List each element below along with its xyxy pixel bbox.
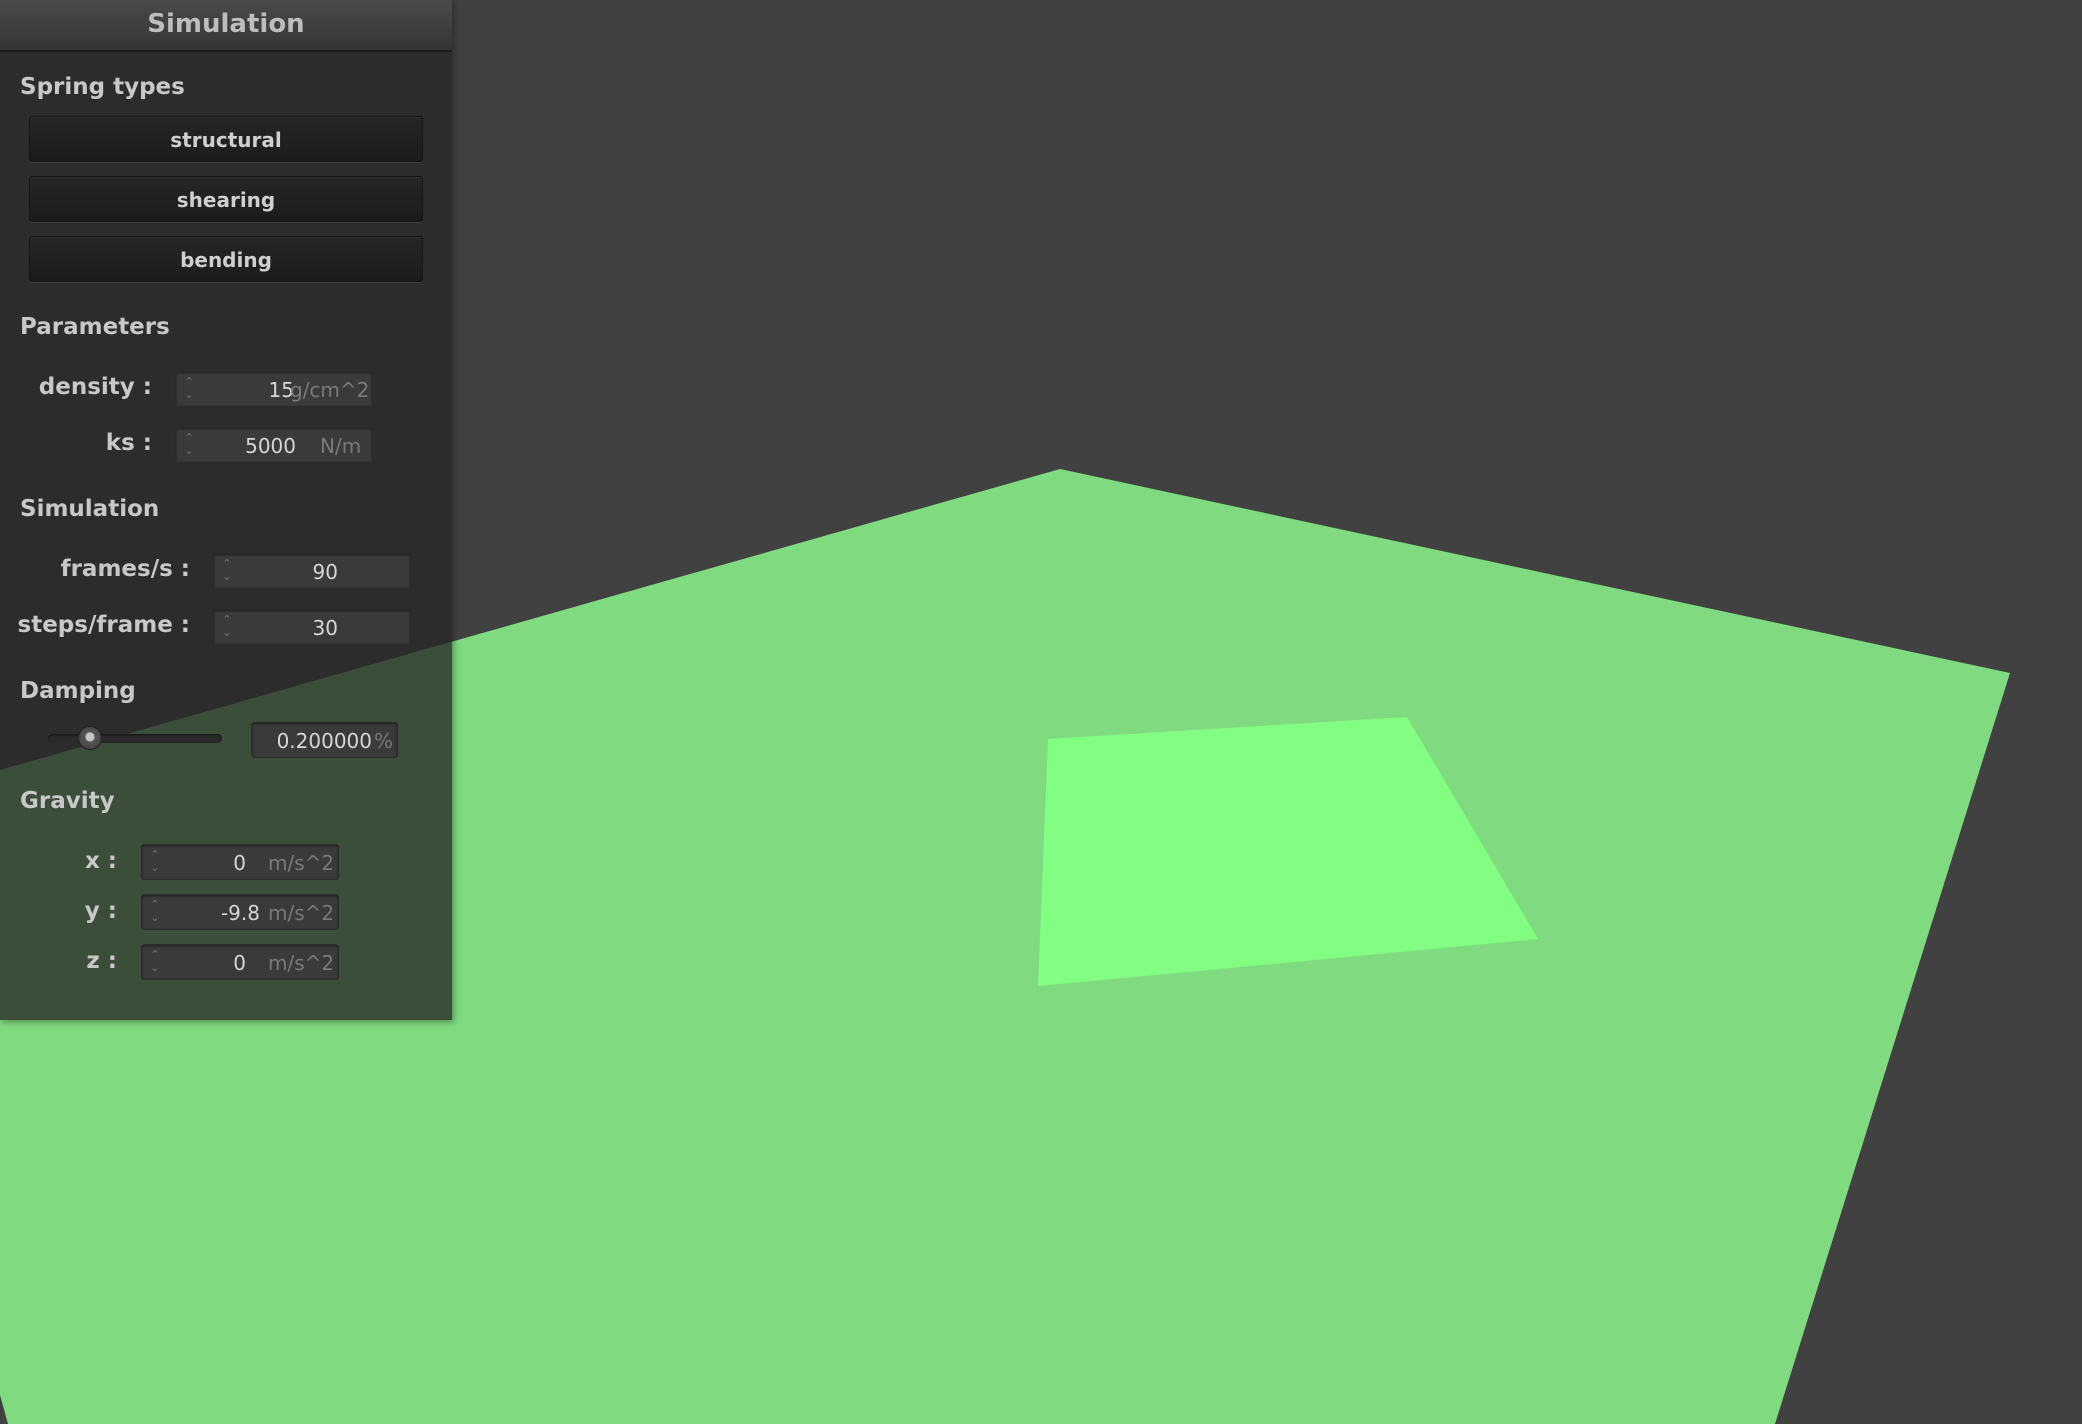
- spin-arrows-icon[interactable]: ⌃ ⌄: [148, 898, 162, 926]
- gravity-x-label: x :: [84, 848, 117, 874]
- gravity-z-label: z :: [86, 948, 117, 974]
- density-spinbox[interactable]: ⌃ ⌄ 15 g/cm^2: [175, 371, 373, 407]
- gravity-heading: Gravity: [20, 788, 115, 814]
- gravity-z-value: 0: [233, 951, 246, 975]
- ks-label: ks :: [105, 430, 152, 456]
- parameters-heading: Parameters: [20, 314, 170, 340]
- bending-button[interactable]: bending: [29, 236, 423, 282]
- spin-arrows-icon[interactable]: ⌃ ⌄: [182, 375, 196, 403]
- ks-spinbox[interactable]: ⌃ ⌄ 5000 N/m: [175, 427, 373, 463]
- ks-value: 5000: [245, 434, 296, 458]
- steps-spinbox[interactable]: ⌃ ⌄ 30: [213, 609, 411, 645]
- density-unit: g/cm^2: [290, 378, 370, 402]
- simulation-heading: Simulation: [20, 496, 160, 522]
- damping-heading: Damping: [20, 678, 136, 704]
- shearing-button[interactable]: shearing: [29, 176, 423, 222]
- simulation-panel: Simulation Spring types structural shear…: [0, 0, 452, 1020]
- gravity-y-unit: m/s^2: [268, 901, 335, 925]
- spring-types-heading: Spring types: [20, 74, 185, 100]
- steps-label: steps/frame :: [17, 612, 190, 638]
- density-value: 15: [268, 378, 294, 402]
- ks-unit: N/m: [320, 434, 362, 458]
- panel-title: Simulation: [0, 0, 452, 52]
- spin-arrows-icon[interactable]: ⌃ ⌄: [182, 431, 196, 459]
- structural-button[interactable]: structural: [29, 116, 423, 162]
- steps-value: 30: [312, 616, 338, 640]
- damping-field[interactable]: 0.200000 %: [251, 722, 398, 758]
- fps-label: frames/s :: [60, 556, 190, 582]
- gravity-y-value: -9.8: [220, 901, 260, 925]
- gravity-y-spinbox[interactable]: ⌃ ⌄ -9.8 m/s^2: [141, 894, 339, 930]
- fps-value: 90: [312, 560, 338, 584]
- gravity-z-spinbox[interactable]: ⌃ ⌄ 0 m/s^2: [141, 944, 339, 980]
- spin-arrows-icon[interactable]: ⌃ ⌄: [220, 557, 234, 585]
- fps-spinbox[interactable]: ⌃ ⌄ 90: [213, 553, 411, 589]
- gravity-y-label: y :: [84, 898, 117, 924]
- damping-unit: %: [374, 729, 394, 753]
- gravity-x-unit: m/s^2: [268, 851, 335, 875]
- gravity-x-value: 0: [233, 851, 246, 875]
- damping-value: 0.200000: [276, 729, 372, 753]
- damping-slider-track[interactable]: [48, 734, 222, 743]
- density-label: density :: [38, 374, 152, 400]
- spin-arrows-icon[interactable]: ⌃ ⌄: [220, 613, 234, 641]
- gravity-x-spinbox[interactable]: ⌃ ⌄ 0 m/s^2: [141, 844, 339, 880]
- spin-arrows-icon[interactable]: ⌃ ⌄: [148, 948, 162, 976]
- damping-slider-handle[interactable]: [78, 726, 102, 750]
- spin-arrows-icon[interactable]: ⌃ ⌄: [148, 848, 162, 876]
- gravity-z-unit: m/s^2: [268, 951, 335, 975]
